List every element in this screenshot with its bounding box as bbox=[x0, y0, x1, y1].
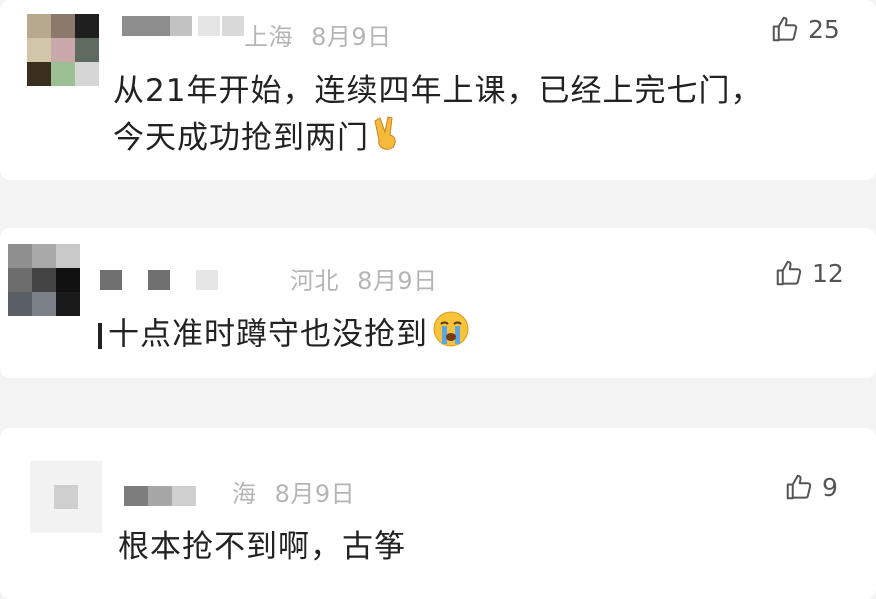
comment-card-2: 河北 8月9日 12 十点准时蹲守也没抢到 bbox=[0, 228, 876, 378]
location: 海 bbox=[232, 480, 257, 508]
comment-text-line: 根本抢不到啊，古筝 bbox=[118, 529, 406, 565]
location: 上海 bbox=[244, 23, 293, 51]
username-blurred[interactable] bbox=[100, 268, 250, 292]
comment-card-1: 上海 8月9日 25 从21年开始，连续四年上课，已经上完七门， 今天成功抢到两… bbox=[0, 0, 876, 180]
like-count: 25 bbox=[808, 14, 840, 44]
location: 河北 bbox=[290, 267, 339, 295]
comment-meta: 上海 8月9日 bbox=[244, 17, 392, 52]
avatar[interactable] bbox=[8, 244, 80, 316]
avatar[interactable] bbox=[30, 461, 102, 533]
comment-meta: 海 8月9日 bbox=[232, 474, 355, 509]
like-button[interactable]: 12 bbox=[774, 258, 844, 288]
avatar[interactable] bbox=[27, 14, 99, 86]
date: 8月9日 bbox=[274, 480, 356, 508]
comment-text-line: 从21年开始，连续四年上课，已经上完七门， bbox=[113, 73, 763, 109]
date: 8月9日 bbox=[311, 23, 392, 51]
thumbs-up-icon bbox=[786, 474, 812, 500]
like-button[interactable]: 9 bbox=[784, 472, 838, 502]
comment-text-line: 今天成功抢到两门 bbox=[113, 115, 762, 164]
crying-face-emoji bbox=[432, 310, 470, 362]
comment-text: 从21年开始，连续四年上课，已经上完七门， 今天成功抢到两门 bbox=[113, 68, 762, 164]
comment-text-line: 十点准时蹲守也没抢到 bbox=[98, 310, 470, 362]
comment-card-3: 海 8月9日 9 根本抢不到啊，古筝 bbox=[0, 428, 876, 599]
thumbs-up-icon bbox=[776, 260, 802, 286]
comment-meta: 河北 8月9日 bbox=[290, 261, 438, 296]
victory-hand-emoji bbox=[373, 115, 403, 164]
like-count: 12 bbox=[812, 258, 844, 288]
username-blurred[interactable] bbox=[124, 484, 204, 508]
like-count: 9 bbox=[822, 472, 838, 502]
like-button[interactable]: 25 bbox=[770, 14, 840, 44]
comment-text: 十点准时蹲守也没抢到 bbox=[98, 310, 470, 362]
date: 8月9日 bbox=[357, 267, 438, 295]
thumbs-up-icon bbox=[772, 16, 798, 42]
comment-text: 根本抢不到啊，古筝 bbox=[118, 524, 406, 571]
